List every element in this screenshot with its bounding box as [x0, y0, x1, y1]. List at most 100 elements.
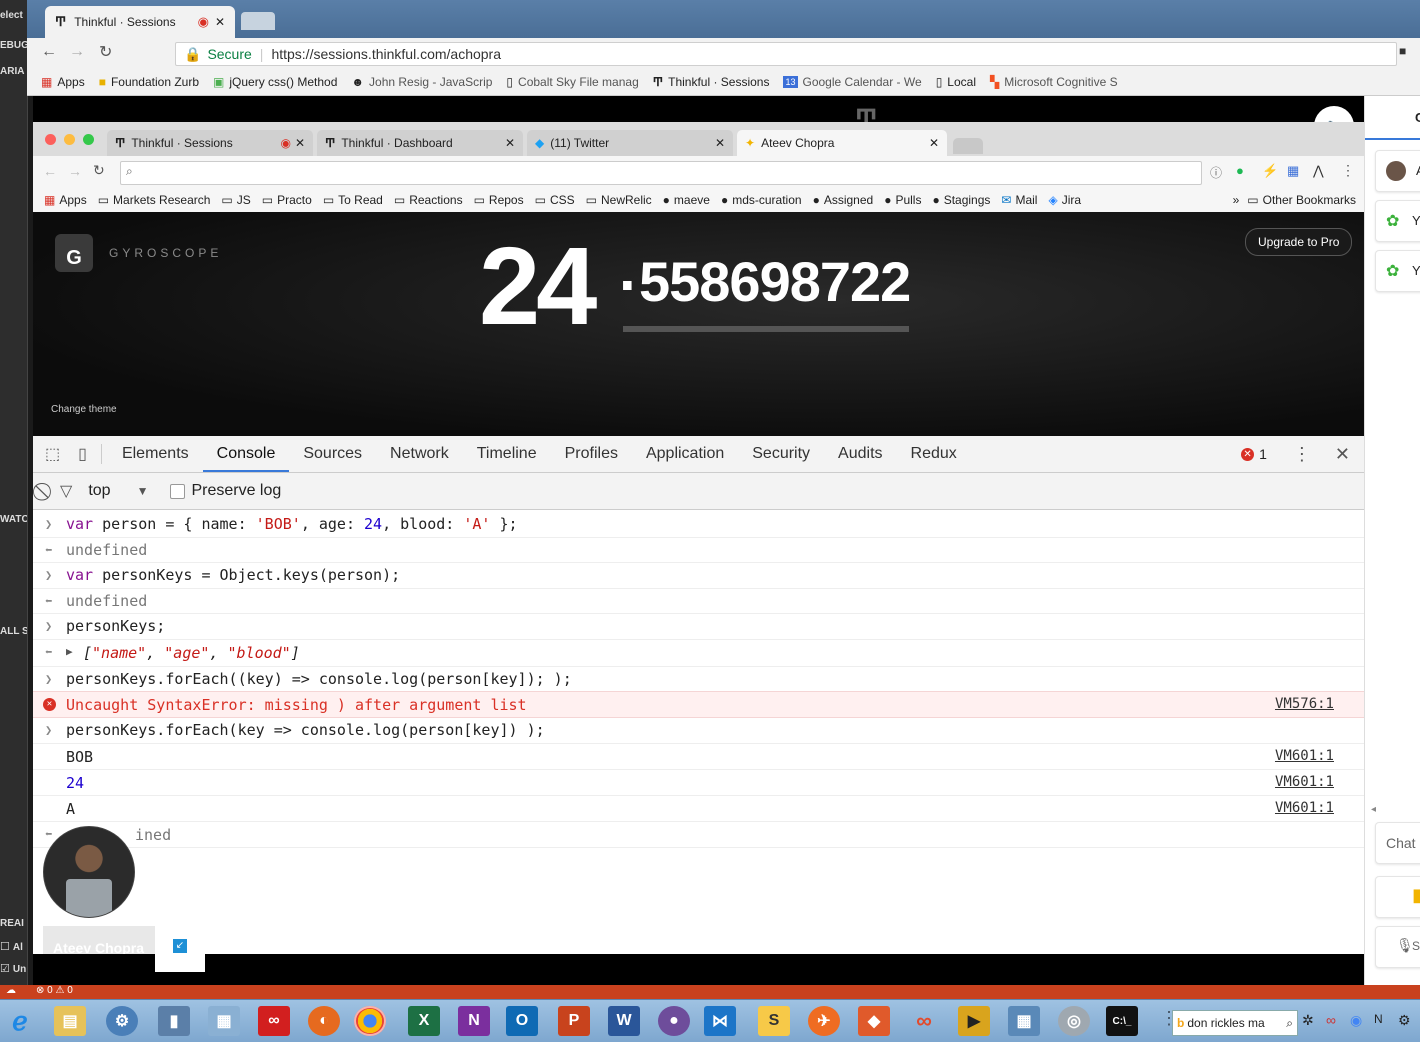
terminal-icon[interactable]: C:\_ [1106, 1006, 1138, 1036]
infinity-tray-icon[interactable]: ∞ [1326, 1012, 1336, 1028]
bookmark-item[interactable]: ● mds-curation [721, 193, 802, 207]
bookmark-item[interactable]: Ͳ Thinkful · Sessions [653, 75, 770, 89]
bookmark-folder[interactable]: ▭ To Read [323, 193, 383, 207]
chat-input[interactable]: Chat [1375, 822, 1420, 864]
reload-icon[interactable]: ↻ [93, 162, 105, 179]
bookmark-folder[interactable]: ▭ Practo [262, 193, 312, 207]
source-link[interactable]: VM576:1 [1275, 696, 1334, 712]
close-icon[interactable]: ✕ [295, 136, 305, 150]
filter-icon[interactable]: ▽ [60, 481, 72, 501]
inspect-element-icon[interactable]: ⬚ [45, 444, 60, 464]
bookmark-item[interactable]: ✉ Mail [1001, 193, 1037, 207]
minimize-window-icon[interactable] [64, 134, 75, 145]
close-window-icon[interactable] [45, 134, 56, 145]
postman-icon[interactable]: ✈ [808, 1006, 840, 1036]
close-icon[interactable]: ✕ [505, 136, 515, 150]
outlook-icon[interactable]: O [506, 1006, 538, 1036]
infinity-icon[interactable]: ∞ [908, 1006, 940, 1036]
more-options-icon[interactable]: ⋮ [1293, 444, 1311, 465]
console-input-row[interactable]: ❯ var personKeys = Object.keys(person); [33, 562, 1364, 589]
ie-icon[interactable]: ℯ [4, 1006, 36, 1036]
powerpoint-icon[interactable]: P [558, 1006, 590, 1036]
new-tab-button[interactable] [241, 12, 275, 30]
inner-tab-sessions[interactable]: Ͳ Thinkful · Sessions ◉ ✕ [107, 130, 313, 156]
bookmark-item[interactable]: ▚ Microsoft Cognitive S [990, 75, 1118, 89]
preserve-log-checkbox[interactable] [170, 483, 186, 499]
bookmark-item[interactable]: ◈ Jira [1048, 193, 1081, 207]
gyroscope-logo[interactable]: G [55, 234, 93, 272]
extension-icon[interactable]: ⚡ [1262, 163, 1278, 179]
sourcetree-icon[interactable]: ◆ [858, 1006, 890, 1036]
new-tab-button[interactable] [953, 138, 983, 154]
inner-tab-dashboard[interactable]: Ͳ Thinkful · Dashboard ✕ [317, 130, 523, 156]
webcam-icon[interactable]: ◎ [1058, 1006, 1090, 1036]
bookmark-folder[interactable]: ▭ Repos [474, 193, 524, 207]
bookmark-item[interactable]: ☻ John Resig - JavaScrip [351, 75, 492, 89]
outer-address-bar[interactable]: 🔒 Secure | https://sessions.thinkful.com… [175, 42, 1397, 66]
participant-card[interactable]: A [1375, 150, 1420, 192]
upgrade-to-pro-button[interactable]: Upgrade to Pro [1245, 228, 1353, 256]
inner-tab-twitter[interactable]: ◆ (11) Twitter ✕ [527, 130, 733, 156]
participant-card[interactable]: ✿ Yo [1375, 250, 1420, 292]
chrome-tray-icon[interactable]: ◉ [1350, 1012, 1362, 1029]
participant-card[interactable]: ✿ Yo [1375, 200, 1420, 242]
tab-elements[interactable]: Elements [108, 436, 203, 472]
back-icon[interactable]: ← [41, 43, 57, 61]
tab-redux[interactable]: Redux [897, 436, 971, 472]
explorer-icon[interactable]: ▤ [54, 1006, 86, 1036]
outer-tab-sessions[interactable]: Ͳ Thinkful · Sessions ◉ ✕ [45, 6, 235, 38]
onenote-icon[interactable]: N [458, 1006, 490, 1036]
camera-icon[interactable]: ■ [1399, 44, 1406, 58]
ime-tray-icon[interactable]: N [1374, 1012, 1383, 1026]
bookmark-folder[interactable]: ▭ JS [221, 193, 250, 207]
bookmark-folder[interactable]: ▭ NewRelic [586, 193, 652, 207]
inner-tab-ateev[interactable]: ✦ Ateev Chopra ✕ [737, 130, 947, 156]
console-result-row[interactable]: ⬅ ▶ ["name", "age", "blood"] [33, 639, 1364, 667]
chrome-icon[interactable] [354, 1006, 386, 1036]
bookmark-item[interactable]: ● Stagings [932, 193, 990, 207]
expand-triangle-icon[interactable]: ▶ [66, 645, 73, 658]
bookmark-item[interactable]: ● maeve [663, 193, 710, 207]
tab-application[interactable]: Application [632, 436, 738, 472]
chevron-down-icon[interactable]: ▼ [137, 484, 149, 498]
grammarly-icon[interactable]: ● [1236, 163, 1244, 178]
creative-cloud-icon[interactable]: ∞ [258, 1006, 290, 1036]
context-select[interactable]: top [88, 482, 110, 500]
bookmark-item[interactable]: ▯ Local [936, 75, 976, 89]
console-input-row[interactable]: ❯ personKeys; [33, 613, 1364, 640]
console-input-row[interactable]: ❯ personKeys.forEach((key) => console.lo… [33, 666, 1364, 692]
strip-checkbox-label[interactable]: ☑ Un [0, 962, 27, 975]
strip-checkbox-label[interactable]: ☐ Al [0, 940, 27, 953]
console-input-row[interactable]: ❯ personKeys.forEach(key => console.log(… [33, 717, 1364, 744]
plex-icon[interactable]: ▶ [958, 1006, 990, 1036]
tab-profiles[interactable]: Profiles [551, 436, 632, 472]
close-icon[interactable]: ✕ [929, 136, 939, 150]
chart-ext-icon[interactable]: ⋀ [1313, 163, 1324, 179]
bookmarks-overflow[interactable]: » [1233, 193, 1240, 207]
other-bookmarks[interactable]: ▭ Other Bookmarks [1247, 193, 1356, 207]
menu-icon[interactable]: ⋮ [1341, 162, 1355, 179]
thumbs-up-button[interactable]: ▮ [1375, 876, 1420, 918]
collapse-arrow-icon[interactable]: ◂ [1371, 804, 1376, 815]
close-devtools-icon[interactable]: ✕ [1335, 444, 1350, 465]
error-status[interactable]: ⊗ 0 ⚠ 0 [36, 985, 73, 996]
vscode-icon[interactable]: ⋈ [704, 1006, 736, 1036]
bookmark-item[interactable]: ● Assigned [813, 193, 874, 207]
source-link[interactable]: VM601:1 [1275, 774, 1334, 790]
bookmark-folder[interactable]: ▭ CSS [535, 193, 575, 207]
change-theme-link[interactable]: Change theme [51, 404, 117, 415]
inner-address-bar[interactable]: ⌕ [120, 161, 1202, 185]
source-link[interactable]: VM601:1 [1275, 800, 1334, 816]
media-icon[interactable]: ▮ [158, 1006, 190, 1036]
bookmark-item[interactable]: ● Pulls [884, 193, 921, 207]
bookmark-folder[interactable]: ▭ Reactions [394, 193, 463, 207]
source-link[interactable]: VM601:1 [1275, 748, 1334, 764]
bookmark-item[interactable]: 13 Google Calendar - We [783, 75, 922, 89]
calculator-icon[interactable]: ▦ [208, 1006, 240, 1036]
gear-tray-icon[interactable]: ✲ [1302, 1012, 1314, 1029]
word-icon[interactable]: W [608, 1006, 640, 1036]
mic-button[interactable]: 🎙 S [1375, 926, 1420, 968]
bookmark-apps[interactable]: ▦ Apps [44, 193, 87, 207]
tab-audits[interactable]: Audits [824, 436, 896, 472]
firefox-icon[interactable]: ◐ [308, 1006, 340, 1036]
